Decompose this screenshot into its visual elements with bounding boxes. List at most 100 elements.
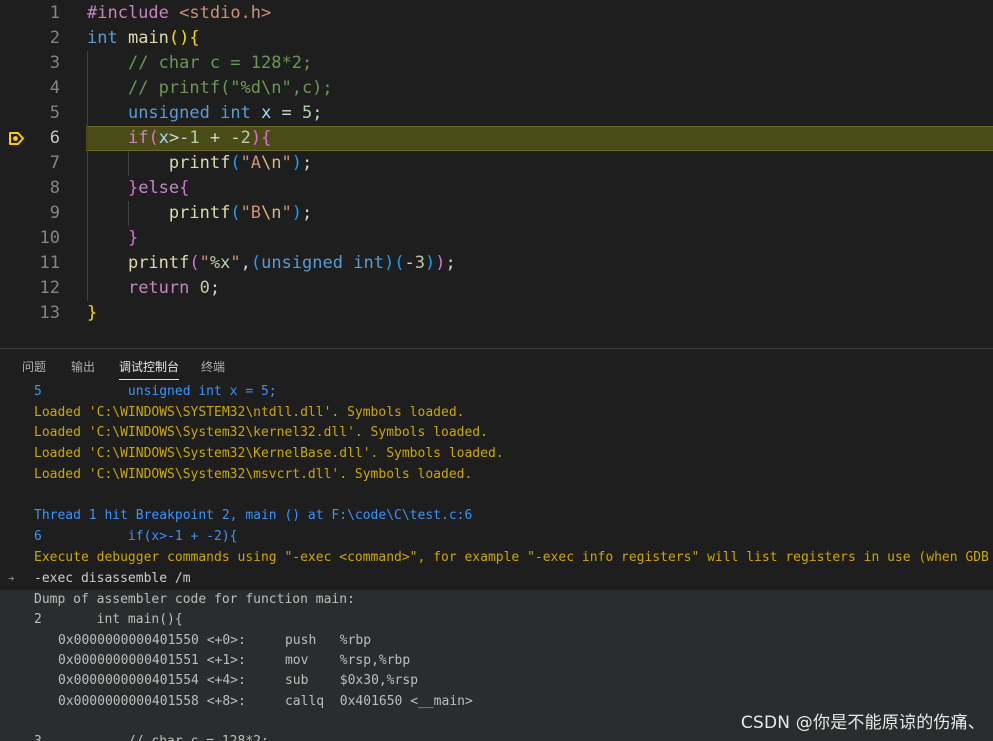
- code-token: main: [127, 28, 169, 48]
- code-token: }: [127, 178, 139, 198]
- code-line[interactable]: 13}: [0, 301, 993, 326]
- disassembly-line: 0x0000000000401558 <+8>: callq 0x401650 …: [58, 693, 473, 709]
- disassembly-line: 0x0000000000401550 <+0>: push %rbp: [58, 632, 372, 648]
- indent-guide: [128, 151, 129, 176]
- code-line[interactable]: 7 printf("A\n");: [0, 151, 993, 176]
- code-token: ): [383, 253, 395, 273]
- console-line: Thread 1 hit Breakpoint 2, main () at F:…: [34, 508, 473, 524]
- line-number[interactable]: 7: [0, 151, 60, 176]
- tab-output[interactable]: 输出: [71, 358, 95, 380]
- code-token: int: [87, 28, 118, 48]
- line-number[interactable]: 5: [0, 101, 60, 126]
- code-token: (: [230, 153, 241, 173]
- code-line[interactable]: 2 int main(){: [0, 26, 993, 51]
- code-token: ;: [302, 203, 313, 223]
- code-editor[interactable]: 1 #include <stdio.h> 2 int main(){3 // char…: [0, 0, 993, 348]
- code-line[interactable]: 10 }: [0, 226, 993, 251]
- code-token: {: [189, 28, 200, 48]
- line-number[interactable]: 12: [0, 276, 60, 301]
- code-token: 3: [414, 253, 425, 273]
- code-text[interactable]: printf("A\n");: [87, 151, 312, 176]
- code-token: "B: [240, 203, 262, 223]
- tab-terminal[interactable]: 终端: [201, 358, 225, 380]
- console-line: 6 if(x>-1 + -2){: [34, 528, 238, 544]
- console-line: Loaded 'C:\WINDOWS\System32\KernelBase.d…: [34, 446, 504, 462]
- code-token: ,: [240, 253, 251, 273]
- code-token: ): [424, 253, 436, 273]
- code-token: "A: [240, 153, 262, 173]
- code-text[interactable]: printf("B\n");: [87, 201, 312, 226]
- code-token: }: [127, 228, 139, 248]
- line-number[interactable]: 8: [0, 176, 60, 201]
- code-token: printf: [127, 253, 190, 273]
- tab-debug-console[interactable]: 调试控制台: [119, 358, 180, 380]
- console-line: Execute debugger commands using "-exec <…: [34, 549, 989, 565]
- code-token: ": [199, 253, 210, 273]
- chevron-right-icon: ➔: [8, 572, 15, 585]
- code-line[interactable]: 4 // printf("%d\n",c);: [0, 76, 993, 101]
- code-token: + -: [199, 128, 241, 148]
- code-token: (: [189, 253, 200, 273]
- code-line[interactable]: 1 #include <stdio.h>: [0, 1, 993, 26]
- code-line[interactable]: 11 printf("%x",(unsigned int)(-3));: [0, 251, 993, 276]
- code-token: return: [127, 278, 190, 298]
- code-text[interactable]: }: [87, 301, 97, 326]
- line-number[interactable]: 4: [0, 76, 60, 101]
- disassembly-line: 0x0000000000401551 <+1>: mov %rsp,%rbp: [58, 652, 411, 668]
- line-number[interactable]: 9: [0, 201, 60, 226]
- code-token: if: [127, 128, 149, 148]
- disassembly-line: 3 // char c = 128*2;: [34, 732, 269, 741]
- code-token: ): [435, 253, 446, 273]
- bottom-panel: 问题 输出 调试控制台 终端 ➔ -exec disassemble /m Du…: [0, 348, 993, 741]
- code-token: ": [281, 153, 292, 173]
- code-token: {: [261, 128, 272, 148]
- code-line[interactable]: 3 // char c = 128*2;: [0, 51, 993, 76]
- code-line[interactable]: 5 unsigned int x = 5;: [0, 101, 993, 126]
- code-token: ": [230, 253, 241, 273]
- code-text[interactable]: printf("%x",(unsigned int)(-3));: [87, 251, 456, 276]
- code-token: else: [138, 178, 180, 198]
- code-text[interactable]: // char c = 128*2;: [87, 51, 312, 76]
- code-text[interactable]: unsigned int x = 5;: [87, 101, 323, 126]
- code-line[interactable]: 9 printf("B\n");: [0, 201, 993, 226]
- line-number[interactable]: 1: [0, 1, 60, 26]
- code-token: ): [250, 128, 262, 148]
- disassembly-line: 0x0000000000401554 <+4>: sub $0x30,%rsp: [58, 673, 419, 689]
- code-line[interactable]: 6 if(x>-1 + -2){: [0, 126, 993, 151]
- code-text[interactable]: }: [87, 226, 138, 251]
- line-number[interactable]: 3: [0, 51, 60, 76]
- code-line[interactable]: 8 }else{: [0, 176, 993, 201]
- code-text[interactable]: int main(){: [87, 26, 200, 51]
- line-number[interactable]: 10: [0, 226, 60, 251]
- code-text[interactable]: #include <stdio.h>: [87, 1, 271, 26]
- code-token: ": [281, 203, 292, 223]
- code-token: ;: [312, 103, 323, 123]
- code-token: {: [179, 178, 190, 198]
- code-text[interactable]: if(x>-1 + -2){: [87, 126, 271, 151]
- debug-console-output[interactable]: ➔ -exec disassemble /m Dump of assembler…: [0, 385, 993, 741]
- code-token: // printf("%d\n",c);: [127, 78, 333, 98]
- line-number[interactable]: 13: [0, 301, 60, 326]
- code-token: x: [158, 128, 169, 148]
- code-token: }: [87, 303, 98, 323]
- tab-problems[interactable]: 问题: [22, 358, 46, 380]
- code-token: 5: [302, 103, 313, 123]
- line-number[interactable]: 6: [0, 126, 60, 151]
- code-token: 2: [240, 128, 251, 148]
- line-number[interactable]: 2: [0, 26, 60, 51]
- code-text[interactable]: return 0;: [87, 276, 220, 301]
- code-line[interactable]: 12 return 0;: [0, 276, 993, 301]
- code-text[interactable]: }else{: [87, 176, 189, 201]
- line-number[interactable]: 11: [0, 251, 60, 276]
- code-token: int: [353, 253, 384, 273]
- watermark: CSDN @你是不能原谅的伤痛、: [740, 713, 985, 733]
- code-text[interactable]: // printf("%d\n",c);: [87, 76, 333, 101]
- disassembly-line: Dump of assembler code for function main…: [34, 592, 355, 607]
- code-token: ): [291, 203, 303, 223]
- code-token: unsigned: [261, 253, 343, 273]
